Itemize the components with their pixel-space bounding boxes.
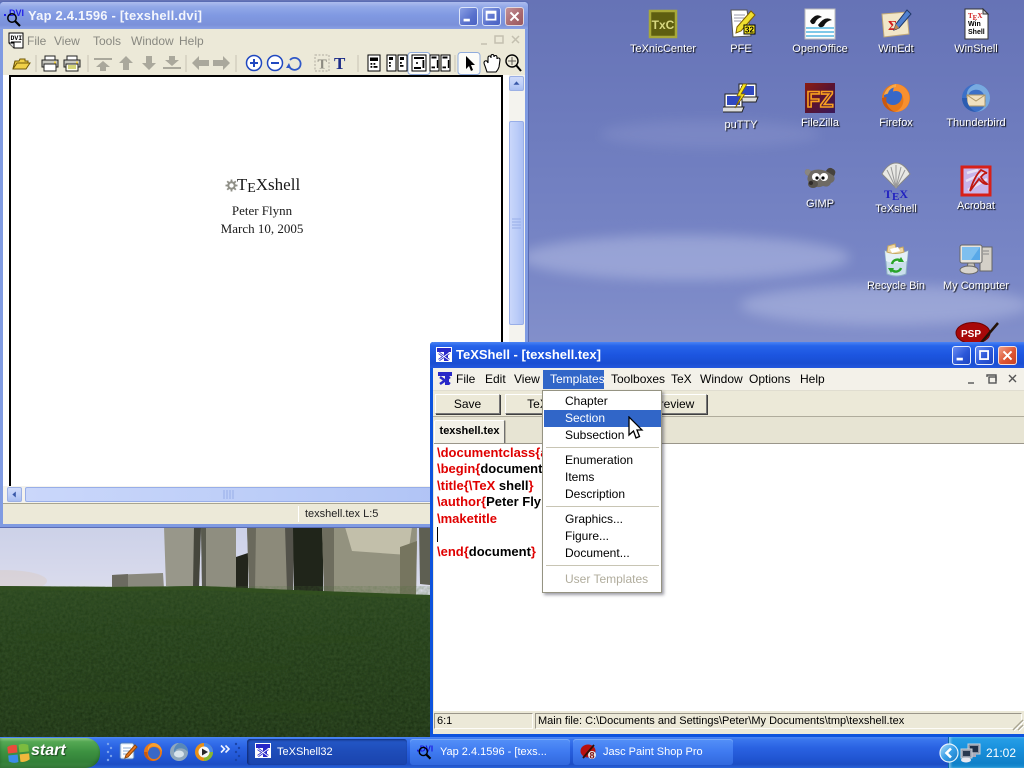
svg-text:TxC: TxC [652, 18, 675, 32]
svg-text:Win: Win [968, 21, 981, 28]
svg-text:8: 8 [589, 751, 594, 761]
svg-text:PSP: PSP [961, 329, 981, 340]
svg-text:TEX: TEX [884, 187, 908, 200]
svg-text:32: 32 [745, 26, 754, 35]
svg-text:DVI: DVI [11, 35, 23, 42]
svg-text:T: T [334, 54, 346, 73]
svg-text:FZ: FZ [807, 87, 834, 112]
svg-text:Shell: Shell [968, 29, 985, 36]
svg-text:T: T [318, 58, 328, 73]
